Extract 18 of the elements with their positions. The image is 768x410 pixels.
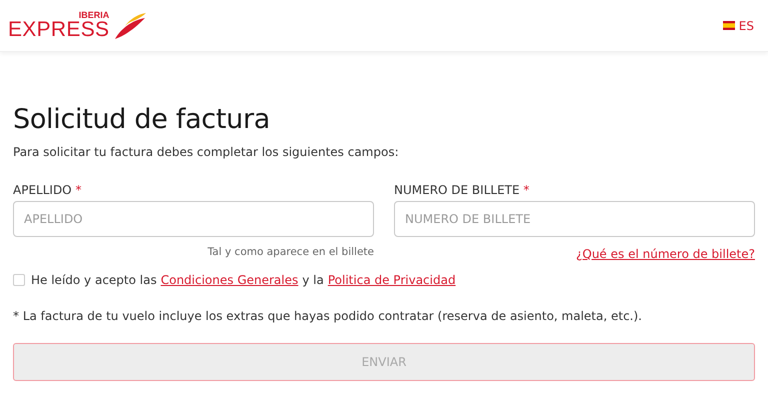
logo-text: EXPRESS — [8, 20, 110, 40]
page-title: Solicitud de factura — [13, 104, 271, 135]
logo-top-text: IBERIA — [78, 11, 110, 20]
help-link[interactable]: ¿Qué es el número de billete? — [576, 247, 755, 261]
input-field[interactable]: APELLIDO — [13, 201, 374, 237]
terms-link[interactable]: Condiciones Generales — [160, 273, 298, 287]
checkbox[interactable] — [13, 274, 25, 286]
note-text: * La factura de tu vuelo incluye los extras que hayas podido contratar (reserva de asiento, maleta, etc.). — [13, 309, 643, 323]
intro-text: Para solicitar tu factura debes completar los siguientes campos: — [13, 145, 400, 159]
help-text: Tal y como aparece en el billete — [208, 246, 374, 258]
consent-text: y la — [302, 273, 324, 287]
input-field[interactable]: NUMERO DE BILLETE — [394, 201, 755, 237]
spain-flag-icon — [722, 21, 735, 30]
field-label: APELLIDO * — [13, 183, 82, 197]
consent-text: He leído y acepto las — [31, 273, 157, 287]
language-selector[interactable]: ES — [722, 18, 754, 32]
terms-link[interactable]: Politica de Privacidad — [328, 273, 456, 287]
field-label: NUMERO DE BILLETE * — [394, 183, 530, 197]
